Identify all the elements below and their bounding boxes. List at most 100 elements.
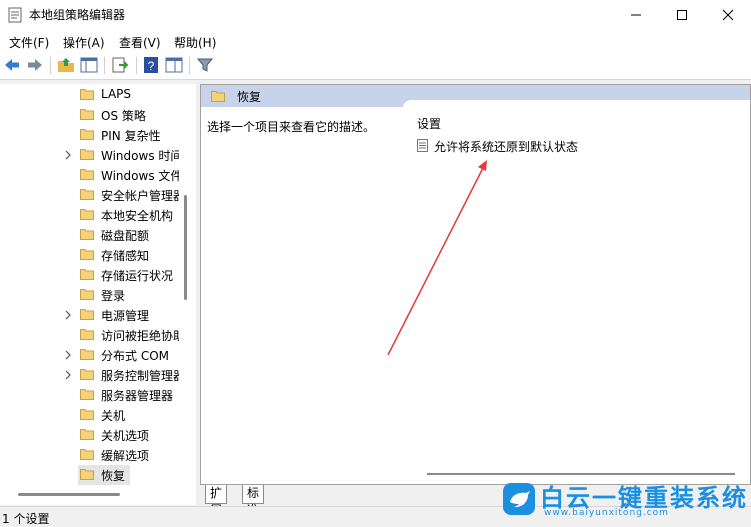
chevron-right-icon[interactable]	[64, 150, 72, 160]
tree-item[interactable]: 分布式 COM	[0, 345, 180, 365]
tree-item-label: 存储运行状况	[101, 269, 174, 283]
folder-icon	[80, 109, 94, 120]
settings-horizontal-scrollbar[interactable]	[427, 473, 735, 475]
folder-icon	[80, 409, 94, 420]
tree-item-label: 服务器管理器	[101, 389, 174, 403]
tree-item[interactable]: 电源管理	[0, 305, 180, 325]
settings-list: 设置 允许将系统还原到默认状态	[403, 100, 750, 484]
up-folder-icon[interactable]	[57, 56, 75, 74]
folder-icon	[80, 169, 94, 180]
content-header-title: 恢复	[237, 90, 262, 104]
tree-item-label: Windows 文件	[101, 169, 179, 183]
tree-item-label: 存储感知	[101, 249, 150, 263]
group-policy-app-icon	[8, 7, 22, 23]
properties-view-icon[interactable]	[165, 56, 183, 74]
tree-item[interactable]: 本地安全机构	[0, 205, 180, 225]
folder-icon	[80, 449, 94, 460]
menu-bar: 文件(F) 操作(A) 查看(V) 帮助(H)	[0, 30, 751, 52]
folder-icon	[80, 189, 94, 200]
help-icon[interactable]: ?	[142, 56, 160, 74]
policy-setting-icon	[417, 139, 428, 152]
tree-item-label: 缓解选项	[101, 449, 150, 463]
menu-action[interactable]: 操作(A)	[63, 34, 105, 51]
toolbar-separator	[136, 57, 137, 74]
folder-icon	[80, 229, 94, 240]
minimize-button[interactable]	[613, 0, 659, 30]
tree-item[interactable]: 访问被拒绝协助	[0, 325, 180, 345]
export-list-icon[interactable]	[111, 56, 129, 74]
folder-icon	[80, 389, 94, 400]
settings-column-header[interactable]: 设置	[417, 115, 441, 132]
tree-item-label: 关机	[101, 409, 126, 423]
menu-file[interactable]: 文件(F)	[9, 34, 49, 51]
menu-help[interactable]: 帮助(H)	[174, 34, 216, 51]
tree-item[interactable]: 关机	[0, 405, 180, 425]
description-text: 选择一个项目来查看它的描述。	[207, 120, 376, 134]
tree-vertical-scrollbar[interactable]	[184, 195, 187, 300]
chevron-right-icon[interactable]	[64, 310, 72, 320]
tree-horizontal-scrollbar[interactable]	[18, 493, 120, 496]
folder-icon	[80, 209, 94, 220]
content-pane: 恢复 选择一个项目来查看它的描述。 设置 允许将系统还原到默认状态	[200, 84, 751, 485]
tree-item[interactable]: LAPS	[0, 85, 180, 105]
chevron-right-icon[interactable]	[64, 350, 72, 360]
close-icon	[722, 9, 734, 21]
toolbar: ?	[0, 52, 751, 80]
maximize-button[interactable]	[659, 0, 705, 30]
folder-icon	[80, 149, 94, 160]
tree-item[interactable]: OS 策略	[0, 105, 180, 125]
tree-item-label: OS 策略	[101, 109, 146, 123]
tree-item[interactable]: 登录	[0, 285, 180, 305]
window-title: 本地组策略编辑器	[29, 8, 126, 22]
tree-item-label: 分布式 COM	[101, 349, 169, 363]
tree-item[interactable]: 服务控制管理器	[0, 365, 180, 385]
tree-item[interactable]: 服务器管理器	[0, 385, 180, 405]
bird-logo-icon	[503, 483, 535, 515]
back-icon[interactable]	[3, 56, 21, 74]
tab-extended[interactable]: 扩展	[205, 485, 228, 517]
folder-icon	[80, 369, 94, 380]
tree-item[interactable]: 磁盘配额	[0, 225, 180, 245]
folder-icon	[80, 269, 94, 280]
policy-tree: LAPS OS 策略 PIN 复杂性 Windows 时间 Windows 文件安全帐户…	[0, 84, 196, 505]
tab-standard[interactable]: 标准	[242, 485, 265, 517]
tree-item[interactable]: 恢复	[78, 465, 130, 485]
chevron-right-icon[interactable]	[64, 370, 72, 380]
tree-item[interactable]: Windows 时间	[0, 145, 180, 165]
tree-item-label: 本地安全机构	[101, 209, 174, 223]
maximize-icon	[677, 10, 687, 20]
tree-item-label: 磁盘配额	[101, 229, 150, 243]
toolbar-separator	[104, 57, 105, 74]
folder-icon	[80, 469, 94, 480]
folder-icon	[211, 91, 225, 102]
forward-icon[interactable]	[26, 56, 44, 74]
title-bar: 本地组策略编辑器	[0, 0, 751, 30]
tree-item-label: Windows 时间	[101, 149, 179, 163]
setting-label: 允许将系统还原到默认状态	[434, 140, 579, 154]
tree-item[interactable]: 存储感知	[0, 245, 180, 265]
folder-icon	[80, 89, 94, 100]
tree-item[interactable]: 存储运行状况	[0, 265, 180, 285]
tree-item[interactable]: 缓解选项	[0, 445, 180, 465]
tree-item-label: 访问被拒绝协助	[101, 329, 179, 343]
tree-item[interactable]: PIN 复杂性	[0, 125, 180, 145]
show-hide-tree-icon[interactable]	[80, 56, 98, 74]
menu-view[interactable]: 查看(V)	[119, 34, 161, 51]
folder-icon	[80, 289, 94, 300]
tree-item[interactable]: 安全帐户管理器	[0, 185, 180, 205]
toolbar-separator	[189, 57, 190, 74]
tree-item-label: 恢复	[101, 469, 126, 483]
folder-icon	[80, 129, 94, 140]
folder-icon	[80, 349, 94, 360]
tree-item-label: 电源管理	[101, 309, 150, 323]
close-button[interactable]	[705, 0, 751, 30]
status-text: 1 个设置	[2, 512, 50, 526]
filter-icon[interactable]	[196, 56, 214, 74]
tree-item[interactable]: 关机选项	[0, 425, 180, 445]
folder-icon	[80, 309, 94, 320]
tree-item-label: LAPS	[101, 87, 132, 101]
folder-icon	[80, 249, 94, 260]
watermark: 白云一键重装系统 www.baiyunxitong.com	[500, 478, 748, 522]
folder-icon	[80, 329, 94, 340]
tree-item[interactable]: Windows 文件	[0, 165, 180, 185]
